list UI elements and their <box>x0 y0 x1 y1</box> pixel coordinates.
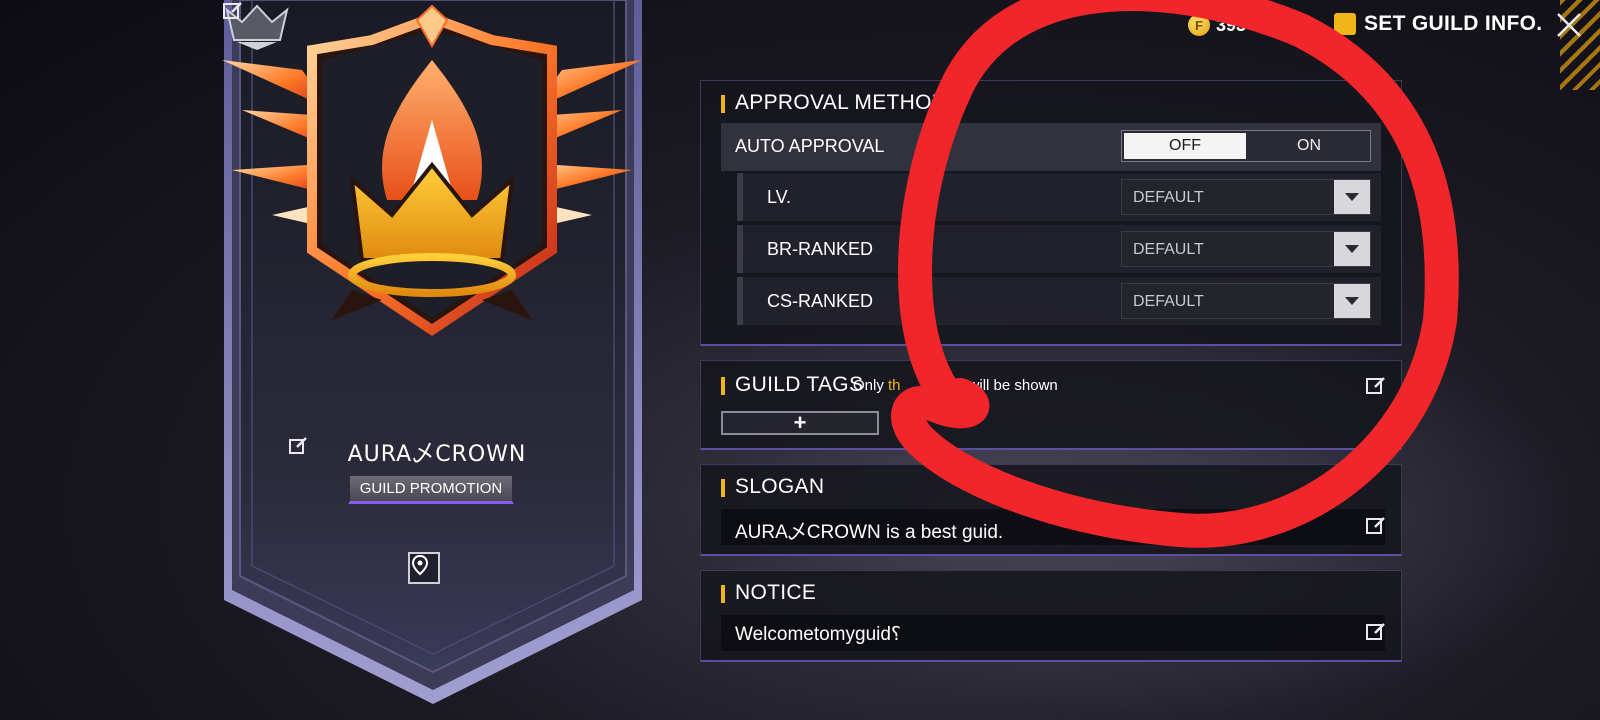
edit-name-icon[interactable] <box>288 436 308 456</box>
lv-filter-row: LV. DEFAULT <box>737 173 1381 221</box>
slogan-text: AURA乄CROWN is a best guid. <box>735 522 1004 543</box>
guild-name-text: AURA乄CROWN <box>347 442 527 467</box>
br-ranked-filter-row: BR-RANKED DEFAULT <box>737 225 1381 273</box>
set-guild-info-label: SET GUILD INFO. <box>1364 12 1543 35</box>
lv-label: LV. <box>767 187 792 207</box>
set-guild-info-button[interactable]: SET GUILD INFO. <box>1334 12 1542 36</box>
br-ranked-select[interactable]: DEFAULT <box>1121 231 1371 267</box>
slogan-panel: SLOGAN AURA乄CROWN is a best guid. <box>700 464 1402 556</box>
cs-ranked-select-value: DEFAULT <box>1133 293 1204 310</box>
cs-ranked-select[interactable]: DEFAULT <box>1121 283 1371 319</box>
slogan-field[interactable]: AURA乄CROWN is a best guid. <box>721 509 1385 545</box>
guild-name: AURA乄CROWN <box>282 436 592 468</box>
notice-panel: NOTICE Welcometomyguid⸮ <box>700 570 1402 662</box>
close-icon[interactable] <box>1554 10 1584 40</box>
guild-banner: AURA乄CROWN GUILD PROMOTION <box>222 0 654 706</box>
tags-hint-suffix: will be shown <box>968 377 1058 394</box>
tags-hint-prefix: Only <box>853 377 889 394</box>
location-pin-icon <box>411 554 429 576</box>
auto-approval-toggle[interactable]: OFF ON <box>1121 130 1371 162</box>
notice-text: Welcometomyguid⸮ <box>735 624 902 645</box>
location-button[interactable] <box>408 552 440 584</box>
guild-promotion-label: GUILD PROMOTION <box>359 480 503 497</box>
coin-icon: F <box>1188 14 1210 36</box>
chevron-down-icon[interactable] <box>1334 232 1370 266</box>
br-ranked-select-value: DEFAULT <box>1133 241 1204 258</box>
cs-ranked-label: CS-RANKED <box>767 291 874 311</box>
add-tag-button[interactable]: + <box>721 410 879 435</box>
tags-hint-highlight: th <box>888 377 901 394</box>
notice-title: NOTICE <box>721 581 816 605</box>
lv-select[interactable]: DEFAULT <box>1121 179 1371 215</box>
chevron-down-icon[interactable] <box>1334 284 1370 318</box>
edit-slogan-icon[interactable] <box>1365 515 1387 537</box>
guild-tags-hint: Only th will be shown <box>853 377 1058 394</box>
guild-info-icon <box>1334 13 1356 35</box>
guild-tags-title: GUILD TAGS <box>721 373 863 397</box>
approval-method-title: APPROVAL METHOD <box>721 91 947 115</box>
guild-promotion-button[interactable]: GUILD PROMOTION <box>348 474 514 504</box>
chevron-down-icon[interactable] <box>1334 180 1370 214</box>
edit-notice-icon[interactable] <box>1365 621 1387 643</box>
guild-tags-panel: GUILD TAGS Only th will be shown + <box>700 360 1402 450</box>
cs-ranked-filter-row: CS-RANKED DEFAULT <box>737 277 1381 325</box>
edit-tags-icon[interactable] <box>1365 375 1387 397</box>
auto-approval-row: AUTO APPROVAL OFF ON <box>721 123 1381 171</box>
notice-field[interactable]: Welcometomyguid⸮ <box>721 615 1385 651</box>
coin-balance: F 393 <box>1188 14 1246 36</box>
lv-select-value: DEFAULT <box>1133 189 1204 206</box>
approval-method-panel: APPROVAL METHOD AUTO APPROVAL OFF ON LV.… <box>700 80 1402 346</box>
edit-emblem-icon[interactable] <box>222 0 244 22</box>
auto-approval-label: AUTO APPROVAL <box>735 136 885 156</box>
slogan-title: SLOGAN <box>721 475 824 499</box>
coin-amount: 393 <box>1216 14 1247 35</box>
flame-crown-emblem <box>222 4 642 337</box>
toggle-on-option[interactable]: ON <box>1248 131 1370 161</box>
toggle-off-option[interactable]: OFF <box>1124 133 1246 159</box>
br-ranked-label: BR-RANKED <box>767 239 874 259</box>
